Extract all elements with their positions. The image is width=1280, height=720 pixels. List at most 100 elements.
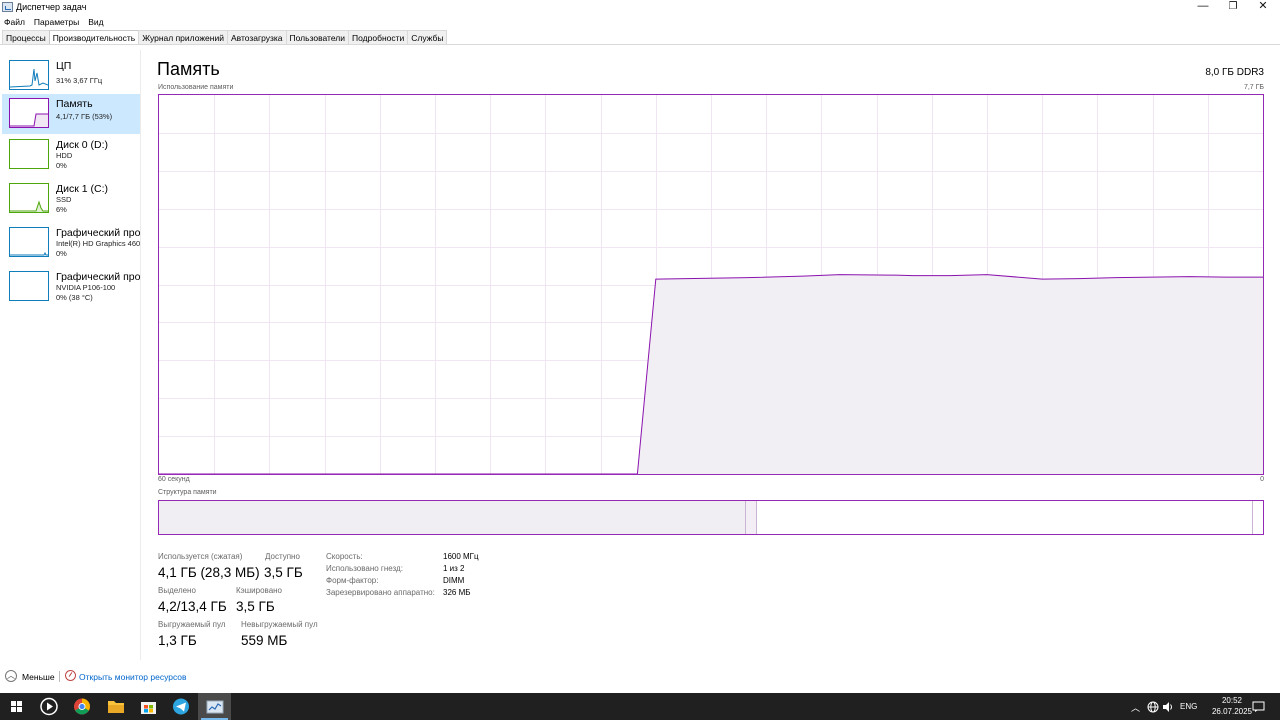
sidebar-item-usage: 0% — [56, 161, 67, 170]
sidebar-item-usage: 6% — [56, 205, 67, 214]
taskbar-file-explorer[interactable] — [99, 693, 132, 720]
in-use-value: 4,1 ГБ (28,3 МБ) — [158, 565, 260, 580]
sidebar-item-disk0[interactable]: Диск 0 (D:) HDD 0% — [2, 135, 140, 175]
sidebar-item-gpu0[interactable]: Графический процессор 0 Intel(R) HD Grap… — [2, 223, 140, 263]
volume-icon[interactable] — [1162, 701, 1174, 713]
sidebar-item-detail: NVIDIA P106-100 — [56, 283, 116, 292]
fewer-details-button[interactable]: Меньше — [22, 672, 55, 682]
usage-graph-max: 7,7 ГБ — [1243, 84, 1264, 91]
minimize-button[interactable]: — — [1186, 0, 1220, 15]
chevron-up-icon[interactable]: ︿ — [5, 670, 17, 682]
menu-view[interactable]: Вид — [84, 15, 108, 29]
taskbar-media-player[interactable] — [33, 693, 66, 720]
tab-app-history[interactable]: Журнал приложений — [138, 30, 228, 44]
taskbar: ︿ ENG 20:52 26.07.2025 — [0, 693, 1280, 720]
task-manager-taskbar-icon — [206, 700, 224, 714]
memory-structure-label: Структура памяти — [158, 489, 217, 496]
footer-bar: ︿ Меньше Открыть монитор ресурсов — [0, 668, 1280, 686]
language-indicator[interactable]: ENG — [1180, 702, 1197, 711]
reserved-value: 326 МБ — [443, 588, 471, 597]
page-title: Память — [157, 59, 220, 79]
play-icon — [40, 697, 58, 716]
slots-value: 1 из 2 — [443, 564, 465, 573]
tab-services[interactable]: Службы — [407, 30, 448, 44]
paged-pool-value: 1,3 ГБ — [158, 633, 197, 648]
memory-spec: 8,0 ГБ DDR3 — [1205, 67, 1264, 78]
sidebar-item-disk1[interactable]: Диск 1 (C:) SSD 6% — [2, 179, 140, 219]
folder-icon — [108, 701, 124, 713]
disk0-thumbnail — [9, 139, 49, 169]
chrome-icon — [74, 698, 90, 715]
close-button[interactable]: ✕ — [1246, 0, 1280, 15]
sidebar-item-detail: 31% 3,67 ГГц — [56, 76, 103, 85]
sidebar-item-usage: 0% — [56, 249, 67, 258]
tab-processes[interactable]: Процессы — [2, 30, 50, 44]
menu-options[interactable]: Параметры — [30, 15, 84, 29]
task-manager-window: Диспетчер задач — ❐ ✕ Файл Параметры Вид… — [0, 0, 1280, 720]
notifications-icon[interactable] — [1252, 701, 1265, 713]
tab-startup[interactable]: Автозагрузка — [226, 30, 287, 44]
tab-details[interactable]: Подробности — [348, 30, 409, 44]
speed-value: 1600 МГц — [443, 552, 479, 561]
available-value: 3,5 ГБ — [264, 565, 303, 580]
sidebar-item-title: Графический процессор 0 — [56, 227, 140, 239]
cpu-thumbnail — [9, 60, 49, 90]
composition-standby[interactable] — [757, 501, 1253, 534]
clock-time[interactable]: 20:52 — [1212, 696, 1252, 705]
gpu0-thumbnail-graph — [10, 251, 48, 256]
composition-free[interactable] — [1253, 501, 1263, 534]
speed-label: Скорость: — [326, 552, 363, 561]
title-bar: Диспетчер задач — ❐ ✕ — [0, 0, 1280, 15]
taskbar-task-manager[interactable] — [198, 693, 231, 720]
gpu0-thumbnail — [9, 227, 49, 257]
footer-divider — [59, 671, 60, 682]
sidebar-item-gpu1[interactable]: Графический процессор 1 NVIDIA P106-100 … — [2, 267, 140, 307]
sidebar-item-title: ЦП — [56, 60, 72, 72]
start-button[interactable] — [0, 693, 33, 720]
telegram-icon — [173, 698, 189, 715]
reserved-label: Зарезервировано аппаратно: — [326, 588, 435, 597]
menu-file[interactable]: Файл — [0, 15, 30, 29]
performance-sidebar: ЦП 31% 3,67 ГГц Память 4,1/7,7 ГБ (53%) … — [2, 50, 140, 660]
sidebar-item-detail: HDD — [56, 151, 73, 160]
taskbar-chrome[interactable] — [66, 693, 99, 720]
sidebar-item-title: Графический процессор 1 — [56, 271, 140, 283]
sidebar-item-detail: SSD — [56, 195, 72, 204]
sidebar-item-detail: Intel(R) HD Graphics 4600 — [56, 239, 140, 248]
tab-users[interactable]: Пользователи — [285, 30, 350, 44]
nonpaged-pool-value: 559 МБ — [241, 633, 288, 648]
memory-thumbnail-graph — [10, 113, 48, 127]
windows-logo-icon — [11, 701, 22, 712]
composition-in-use[interactable] — [159, 501, 746, 534]
open-resource-monitor-link[interactable]: Открыть монитор ресурсов — [79, 672, 187, 682]
memory-usage-chart — [159, 95, 1263, 474]
sidebar-item-cpu[interactable]: ЦП 31% 3,67 ГГц — [2, 56, 140, 96]
cpu-thumbnail-graph — [10, 68, 48, 88]
sidebar-item-title: Диск 1 (C:) — [56, 183, 108, 195]
maximize-button[interactable]: ❐ — [1216, 0, 1250, 15]
committed-label: Выделено — [158, 586, 196, 595]
taskbar-telegram[interactable] — [165, 693, 198, 720]
sidebar-item-memory[interactable]: Память 4,1/7,7 ГБ (53%) — [2, 94, 140, 134]
memory-usage-graph — [158, 94, 1264, 475]
tab-performance[interactable]: Производительность — [48, 30, 140, 44]
usage-graph-label: Использование памяти — [158, 84, 234, 91]
menu-bar: Файл Параметры Вид — [0, 15, 109, 29]
sidebar-divider — [140, 50, 141, 660]
taskbar-store[interactable] — [132, 693, 165, 720]
tabs-divider — [0, 44, 1280, 45]
gpu1-thumbnail — [9, 271, 49, 301]
memory-composition-bar — [158, 500, 1264, 535]
sidebar-item-usage: 0% (38 °C) — [56, 293, 93, 302]
disk1-thumbnail — [9, 183, 49, 213]
tray-chevron-up-icon[interactable]: ︿ — [1131, 701, 1140, 714]
composition-modified[interactable] — [746, 501, 757, 534]
sidebar-item-title: Диск 0 (D:) — [56, 139, 108, 151]
available-label: Доступно — [265, 552, 300, 561]
store-icon — [141, 702, 156, 714]
sidebar-item-title: Память — [56, 98, 93, 110]
time-axis-right: 0 — [1260, 476, 1264, 483]
slots-label: Использовано гнезд: — [326, 564, 403, 573]
network-icon[interactable] — [1147, 701, 1159, 713]
task-manager-icon — [2, 2, 13, 12]
